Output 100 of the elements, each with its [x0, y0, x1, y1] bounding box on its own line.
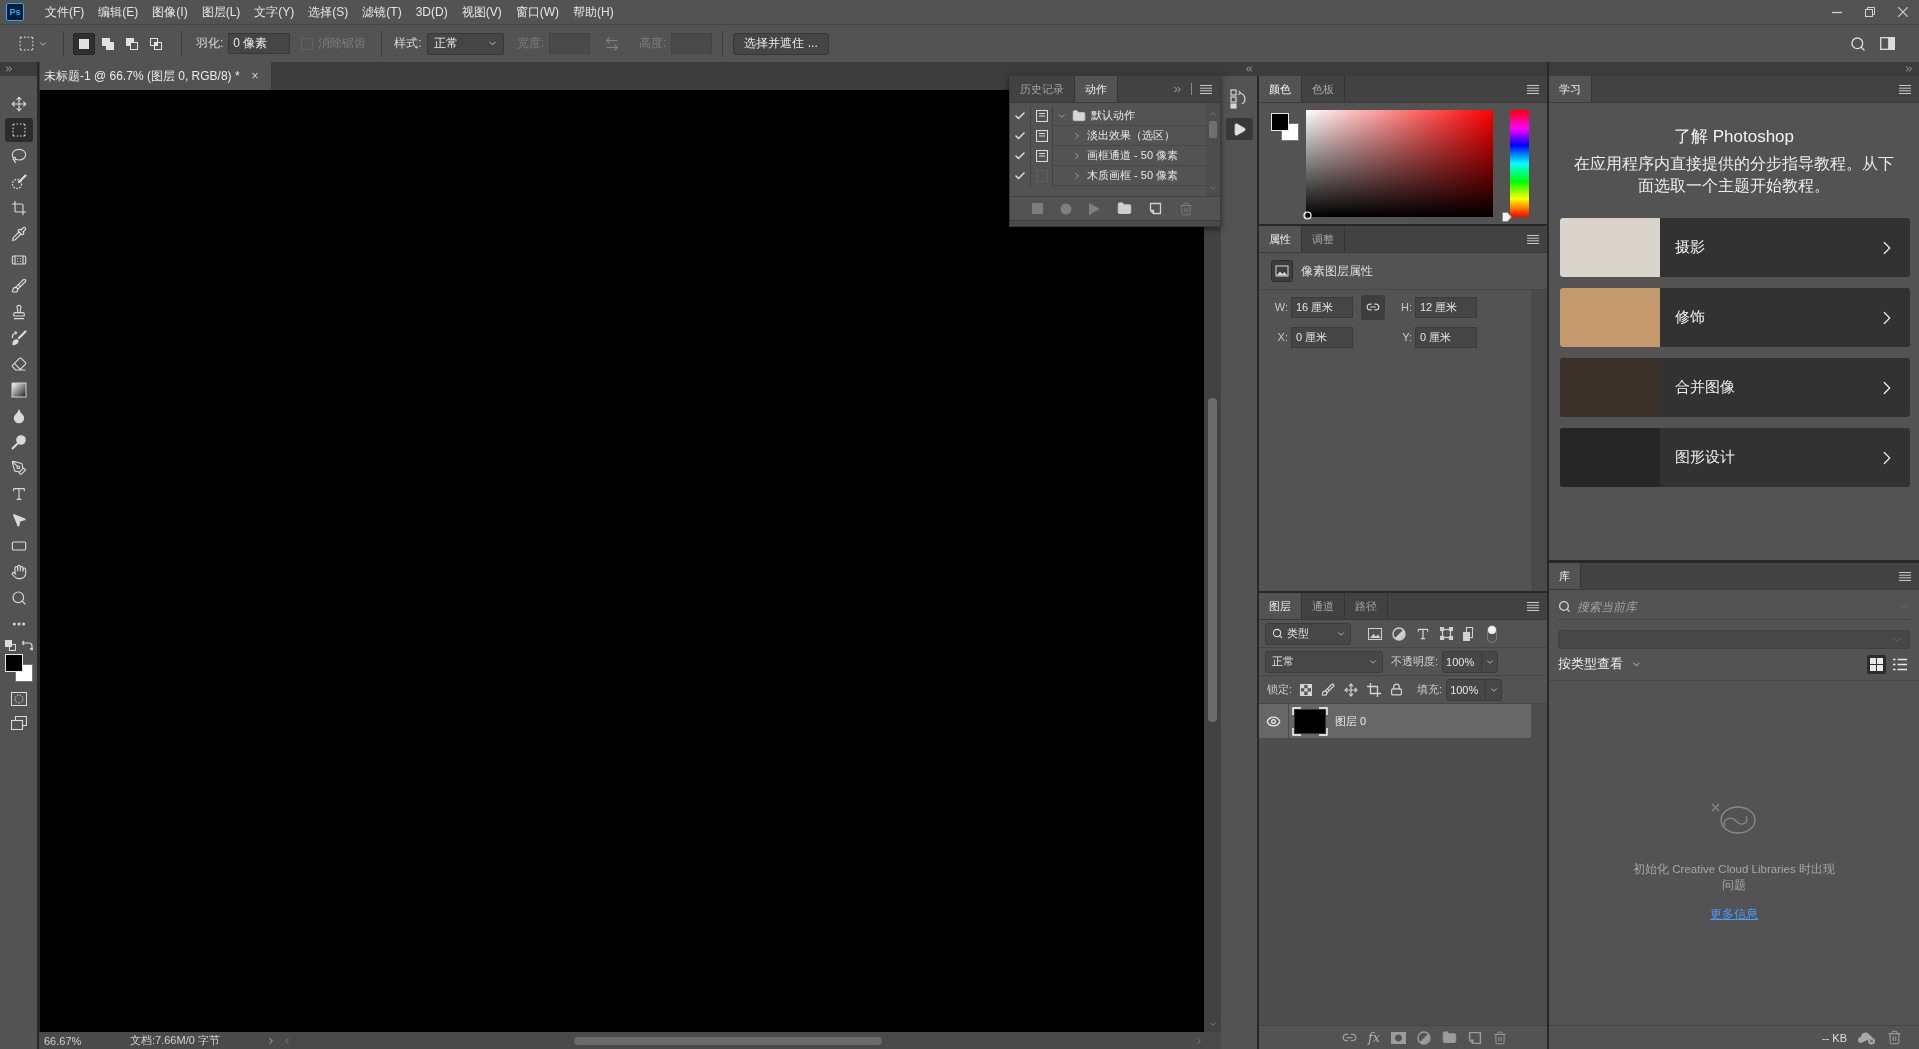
- panel-tab[interactable]: 色板: [1302, 76, 1345, 102]
- menu-item[interactable]: 编辑(E): [91, 3, 146, 21]
- panel-tab[interactable]: 动作: [1075, 76, 1118, 102]
- panel-tab[interactable]: 通道: [1302, 593, 1345, 619]
- menu-item[interactable]: 图像(I): [145, 3, 195, 21]
- screen-mode-icon[interactable]: [10, 716, 27, 730]
- smart-object-icon[interactable]: [1463, 626, 1475, 641]
- dimension-field[interactable]: 0 厘米: [1291, 326, 1353, 348]
- checkerboard-icon[interactable]: [1300, 683, 1313, 696]
- workspace-layout-icon[interactable]: [1880, 37, 1895, 50]
- menu-item[interactable]: 窗口(W): [508, 3, 566, 21]
- panel-tab[interactable]: 路径: [1345, 593, 1388, 619]
- shape-handles-icon[interactable]: [1440, 627, 1453, 640]
- selection-mode-button[interactable]: [73, 32, 95, 55]
- style-dropdown[interactable]: 正常: [426, 32, 504, 55]
- scroll-thumb[interactable]: [1209, 121, 1217, 138]
- hue-slider[interactable]: [1502, 110, 1529, 222]
- panel-menu-icon[interactable]: [1200, 84, 1212, 94]
- panel-menu-icon[interactable]: [1899, 571, 1911, 581]
- folder-icon[interactable]: [1442, 1030, 1458, 1045]
- close-icon[interactable]: [1897, 7, 1908, 17]
- effects-button[interactable]: fx: [1368, 1030, 1381, 1045]
- half-filled-circle-icon[interactable]: [1417, 1030, 1432, 1045]
- checkmark-icon[interactable]: [1014, 110, 1026, 122]
- quick-mask-icon[interactable]: [10, 692, 27, 706]
- actions-panel-button[interactable]: [1225, 118, 1253, 140]
- panel-tab[interactable]: 学习: [1549, 76, 1592, 102]
- search-icon[interactable]: [1850, 35, 1866, 52]
- action-row[interactable]: 木质画框 - 50 像素: [1010, 166, 1206, 186]
- app-logo[interactable]: Ps: [6, 3, 24, 21]
- select-and-mask-button[interactable]: 选择并遮住 ...: [733, 32, 829, 55]
- action-row[interactable]: 淡出效果（选区）: [1010, 126, 1206, 146]
- zoom-field[interactable]: 66.67%: [44, 1034, 106, 1047]
- close-tab-button[interactable]: ×: [251, 69, 259, 83]
- foreground-background-swatches[interactable]: [3, 654, 34, 683]
- menu-item[interactable]: 视图(V): [454, 3, 509, 21]
- link-dimensions-button[interactable]: [1361, 294, 1385, 320]
- trash-icon[interactable]: [1493, 1030, 1508, 1045]
- panel-tab[interactable]: 属性: [1259, 226, 1302, 252]
- eye-icon[interactable]: [1266, 713, 1281, 729]
- panel-menu-icon[interactable]: [1527, 84, 1539, 94]
- expand-arrows-icon[interactable]: [1904, 64, 1914, 74]
- menu-item[interactable]: 图层(L): [194, 3, 248, 21]
- tutorial-card[interactable]: 摄影: [1560, 218, 1910, 277]
- blend-mode-dropdown[interactable]: 正常: [1265, 650, 1383, 673]
- new-page-icon[interactable]: [1149, 202, 1162, 215]
- crop-frame-icon[interactable]: [1367, 682, 1382, 697]
- lock-icon[interactable]: [1390, 683, 1404, 696]
- panel-menu-icon[interactable]: [1527, 234, 1539, 244]
- collapse-arrows-icon[interactable]: [1244, 64, 1254, 74]
- vertical-scrollbar[interactable]: [1206, 103, 1220, 196]
- panel-tab[interactable]: 图层: [1259, 593, 1302, 619]
- chevron-right-icon[interactable]: [266, 1035, 276, 1046]
- document-tab[interactable]: 未标题-1 @ 66.7% (图层 0, RGB/8) * ×: [40, 62, 271, 90]
- image-filter-icon[interactable]: [1368, 627, 1382, 640]
- dimension-field[interactable]: 0 厘米: [1415, 326, 1477, 348]
- layer-row[interactable]: 图层 0: [1259, 704, 1531, 738]
- fill-field[interactable]: 100%: [1446, 678, 1503, 701]
- menu-item[interactable]: 滤镜(T): [355, 3, 409, 21]
- action-row[interactable]: 默认动作: [1010, 106, 1206, 126]
- feather-field[interactable]: 0 像素: [228, 33, 291, 54]
- checkmark-icon[interactable]: [1014, 170, 1026, 182]
- panel-menu-icon[interactable]: [1899, 84, 1911, 94]
- view-by-dropdown[interactable]: 按类型查看: [1558, 656, 1642, 673]
- dimension-field[interactable]: 12 厘米: [1415, 296, 1477, 318]
- panel-tab[interactable]: 调整: [1302, 226, 1345, 252]
- menu-item[interactable]: 文件(F): [38, 3, 92, 21]
- mask-icon[interactable]: [1391, 1031, 1407, 1044]
- tutorial-card[interactable]: 合并图像: [1560, 358, 1910, 417]
- trash-icon[interactable]: [1887, 1030, 1902, 1045]
- menu-item[interactable]: 选择(S): [301, 3, 356, 21]
- scroll-thumb[interactable]: [574, 1036, 882, 1045]
- restore-icon[interactable]: [1864, 7, 1875, 17]
- swap-colors-icon[interactable]: [21, 640, 33, 651]
- view-mode-button[interactable]: [1867, 655, 1886, 674]
- menu-item[interactable]: 文字(Y): [247, 3, 302, 21]
- history-icon[interactable]: [1230, 89, 1248, 109]
- color-field[interactable]: [1306, 110, 1493, 217]
- opacity-field[interactable]: 100%: [1442, 650, 1499, 673]
- vertical-scrollbar[interactable]: [1532, 290, 1547, 591]
- menu-item[interactable]: 帮助(H): [566, 3, 621, 21]
- checkmark-icon[interactable]: [1014, 150, 1026, 162]
- layer-filter-dropdown[interactable]: 类型: [1265, 622, 1351, 645]
- panel-tab[interactable]: 颜色: [1259, 76, 1302, 102]
- foreground-background-swatches[interactable]: [1270, 113, 1300, 142]
- tutorial-card[interactable]: 修饰: [1560, 288, 1910, 347]
- default-colors-icon[interactable]: [4, 640, 16, 651]
- dimension-field[interactable]: 16 厘米: [1291, 296, 1353, 318]
- folder-icon[interactable]: [1117, 201, 1132, 216]
- tutorial-card[interactable]: 图形设计: [1560, 428, 1910, 487]
- checkmark-icon[interactable]: [1014, 130, 1026, 142]
- panel-tab[interactable]: 库: [1549, 563, 1581, 589]
- tool-button[interactable]: [4, 118, 33, 142]
- scroll-thumb[interactable]: [1208, 398, 1217, 722]
- move-arrows-icon[interactable]: [1344, 682, 1359, 697]
- action-row[interactable]: 画框通道 - 50 像素: [1010, 146, 1206, 166]
- letter-t-icon[interactable]: [1416, 626, 1430, 641]
- hue-slider-thumb[interactable]: [1502, 212, 1512, 222]
- expand-arrows-icon[interactable]: [4, 64, 14, 74]
- menu-item[interactable]: 3D(D): [408, 5, 455, 19]
